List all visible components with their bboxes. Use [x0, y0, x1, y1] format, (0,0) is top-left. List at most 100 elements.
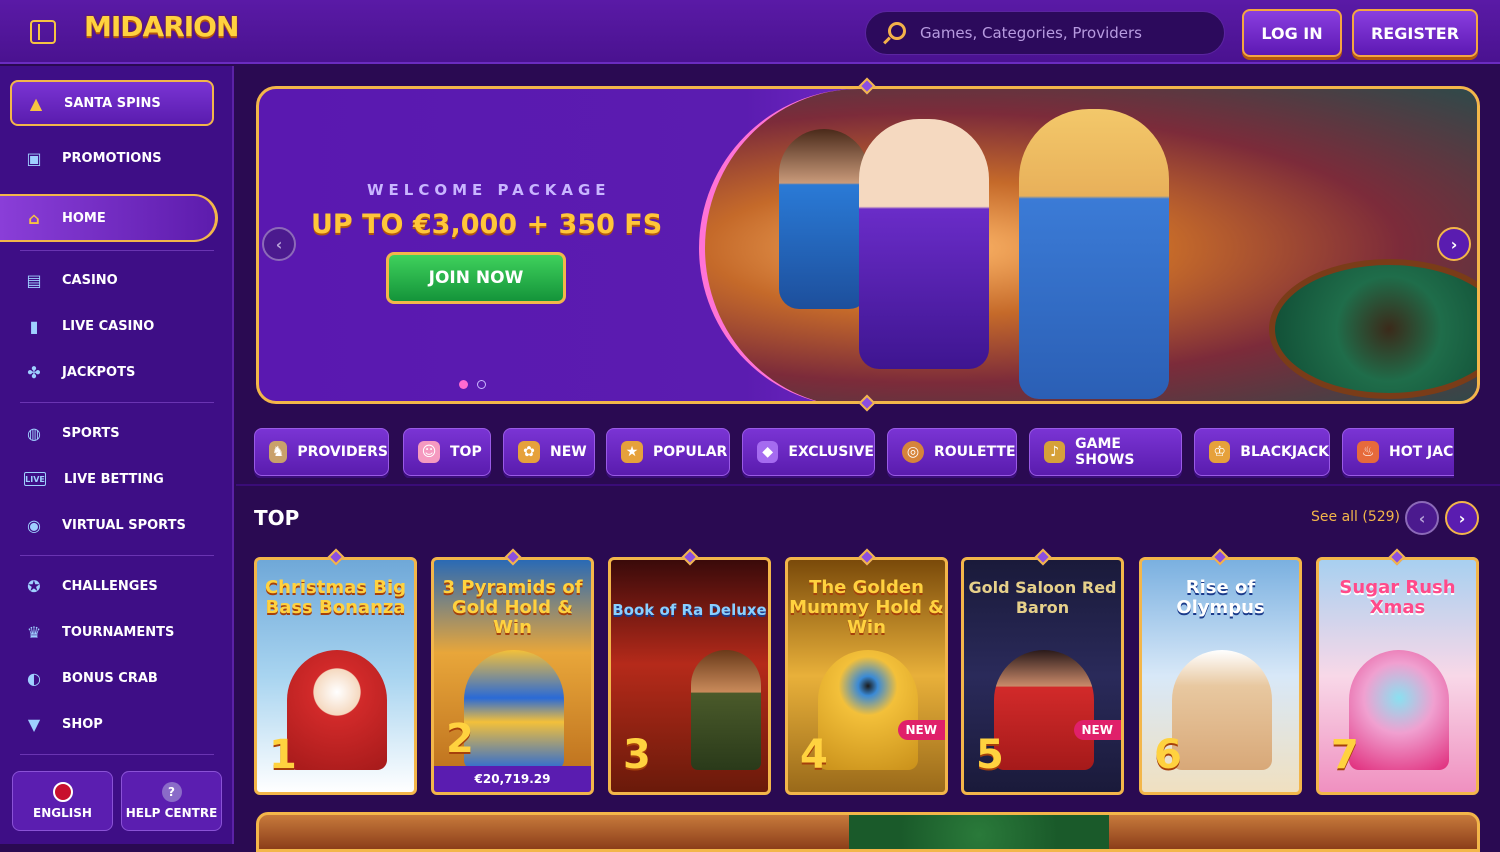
divider	[20, 754, 214, 755]
sidebar-item-label: HOME	[62, 210, 106, 226]
game-card[interactable]: Christmas Big Bass Bonanza 1	[254, 557, 417, 795]
sidebar-item-virtual-sports[interactable]: ◉ VIRTUAL SPORTS	[10, 505, 214, 545]
game-card[interactable]: 3 Pyramids of Gold Hold & Win 2 €20,719.…	[431, 557, 594, 795]
sidebar-item-challenges[interactable]: ✪ CHALLENGES	[10, 566, 214, 606]
game-title: Rise of Olympus	[1176, 577, 1265, 618]
fire-icon: ♨	[1357, 441, 1379, 463]
star-icon: ★	[621, 441, 643, 463]
question-icon: ?	[161, 782, 182, 802]
game-art	[464, 650, 564, 770]
sidebar-item-shop[interactable]: ▼ SHOP	[10, 704, 214, 744]
sidebar-item-tournaments[interactable]: ♛ TOURNAMENTS	[10, 612, 214, 652]
basket-icon: ▼	[27, 714, 41, 734]
game-card[interactable]: Sugar Rush Xmas 7	[1316, 557, 1479, 795]
banner-next-arrow[interactable]: ›	[1437, 227, 1471, 261]
game-art	[1349, 650, 1449, 770]
uk-flag-icon	[52, 782, 73, 802]
banner-dot-active[interactable]	[459, 380, 468, 389]
category-game-shows[interactable]: ♪ GAME SHOWS	[1029, 428, 1182, 476]
next-banner-preview[interactable]	[256, 812, 1480, 852]
game-title: Book of Ra Deluxe	[612, 601, 767, 619]
banner-character-king	[859, 119, 989, 369]
register-button[interactable]: REGISTER	[1352, 9, 1478, 57]
category-roulette[interactable]: ◎ ROULETTE	[887, 428, 1017, 476]
gift-icon: ▣	[26, 148, 42, 168]
banner-welcome-text: WELCOME PACKAGE	[367, 181, 611, 199]
new-badge: NEW	[897, 720, 945, 740]
category-popular[interactable]: ★ POPULAR	[606, 428, 730, 476]
sidebar-item-label: VIRTUAL SPORTS	[62, 517, 186, 533]
game-art	[818, 650, 918, 770]
sidebar-item-label: JACKPOTS	[62, 364, 136, 380]
category-hot-jack[interactable]: ♨ HOT JACK	[1342, 428, 1454, 476]
game-card[interactable]: Rise of Olympus 6	[1139, 557, 1302, 795]
gamepad-icon: ◉	[27, 515, 41, 535]
sidebar-item-live-casino[interactable]: ▮ LIVE CASINO	[10, 306, 214, 346]
banner-prev-arrow[interactable]: ‹	[262, 227, 296, 261]
category-new[interactable]: ✿ NEW	[503, 428, 595, 476]
banner-offer-text: UP TO €3,000 + 350 FS	[311, 209, 663, 240]
category-exclusive[interactable]: ◆ EXCLUSIVE	[742, 428, 875, 476]
language-button[interactable]: ENGLISH	[12, 771, 113, 831]
category-bar: ♞ PROVIDERS ☺ TOP ✿ NEW ★ POPULAR ◆ EXCL…	[254, 428, 1454, 478]
section-divider	[236, 484, 1500, 486]
sidebar-item-casino[interactable]: ▤ CASINO	[10, 260, 214, 300]
live-icon: LIVE	[24, 472, 46, 486]
category-providers[interactable]: ♞ PROVIDERS	[254, 428, 389, 476]
join-now-button[interactable]: JOIN NOW	[386, 252, 566, 304]
login-button[interactable]: LOG IN	[1242, 9, 1342, 57]
games-next-arrow[interactable]: ›	[1445, 501, 1479, 535]
sidebar-item-label: CASINO	[62, 272, 118, 288]
games-prev-arrow[interactable]: ‹	[1405, 501, 1439, 535]
game-title: Sugar Rush Xmas	[1339, 577, 1456, 618]
game-rank: 6	[1154, 732, 1182, 778]
sidebar-item-santa-spins[interactable]: ▲ SANTA SPINS	[10, 80, 214, 126]
promo-banner[interactable]: WELCOME PACKAGE UP TO €3,000 + 350 FS JO…	[256, 86, 1480, 404]
mic-icon: ♪	[1044, 441, 1066, 463]
roulette-icon: ◎	[902, 441, 924, 463]
search-icon	[888, 22, 906, 40]
christmas-garland-image	[849, 815, 1109, 849]
sidebar-item-promotions[interactable]: ▣ PROMOTIONS	[10, 138, 214, 178]
category-label: POPULAR	[653, 444, 728, 460]
category-label: EXCLUSIVE	[788, 444, 874, 460]
sidebar-item-label: SHOP	[62, 716, 103, 732]
divider	[20, 250, 214, 251]
sidebar-item-jackpots[interactable]: ✤ JACKPOTS	[10, 352, 214, 392]
category-label: HOT JACK	[1389, 444, 1454, 460]
game-card[interactable]: Book of Ra Deluxe 3	[608, 557, 771, 795]
help-centre-button[interactable]: ? HELP CENTRE	[121, 771, 222, 831]
sidebar-item-sports[interactable]: ◍ SPORTS	[10, 413, 214, 453]
new-icon: ✿	[518, 441, 540, 463]
home-icon: ⌂	[28, 208, 40, 228]
see-all-link[interactable]: See all (529)	[1311, 509, 1400, 525]
sidebar-item-live-betting[interactable]: LIVE LIVE BETTING	[10, 459, 214, 499]
sidebar-item-label: PROMOTIONS	[62, 150, 162, 166]
category-label: BLACKJACK	[1240, 444, 1329, 460]
clover-icon: ✤	[27, 362, 41, 382]
crab-icon: ◐	[27, 668, 41, 688]
search-input[interactable]: Games, Categories, Providers	[865, 11, 1225, 55]
game-card[interactable]: Gold Saloon Red Baron NEW 5	[961, 557, 1124, 795]
banner-dot[interactable]	[477, 380, 486, 389]
sidebar-item-label: CHALLENGES	[62, 578, 158, 594]
new-badge: NEW	[1073, 720, 1121, 740]
game-card[interactable]: The Golden Mummy Hold & Win NEW 4	[785, 557, 948, 795]
language-label: ENGLISH	[33, 806, 92, 820]
top-icon: ☺	[418, 441, 440, 463]
bell-icon: ▲	[29, 93, 43, 113]
logo[interactable]: MIDARION	[84, 10, 239, 43]
game-art	[994, 650, 1094, 770]
game-art	[691, 650, 761, 770]
sidebar-toggle-icon[interactable]	[30, 20, 56, 44]
game-title: The Golden Mummy Hold & Win	[789, 577, 944, 638]
category-blackjack[interactable]: ♔ BLACKJACK	[1194, 428, 1330, 476]
game-art	[1172, 650, 1272, 770]
divider	[20, 555, 214, 556]
jackpot-amount: €20,719.29	[434, 766, 591, 792]
sidebar-item-home[interactable]: ⌂ HOME	[0, 194, 218, 242]
category-top[interactable]: ☺ TOP	[403, 428, 491, 476]
sidebar-item-bonus-crab[interactable]: ◐ BONUS CRAB	[10, 658, 214, 698]
game-art	[287, 650, 387, 770]
sidebar-item-label: LIVE BETTING	[64, 471, 164, 487]
